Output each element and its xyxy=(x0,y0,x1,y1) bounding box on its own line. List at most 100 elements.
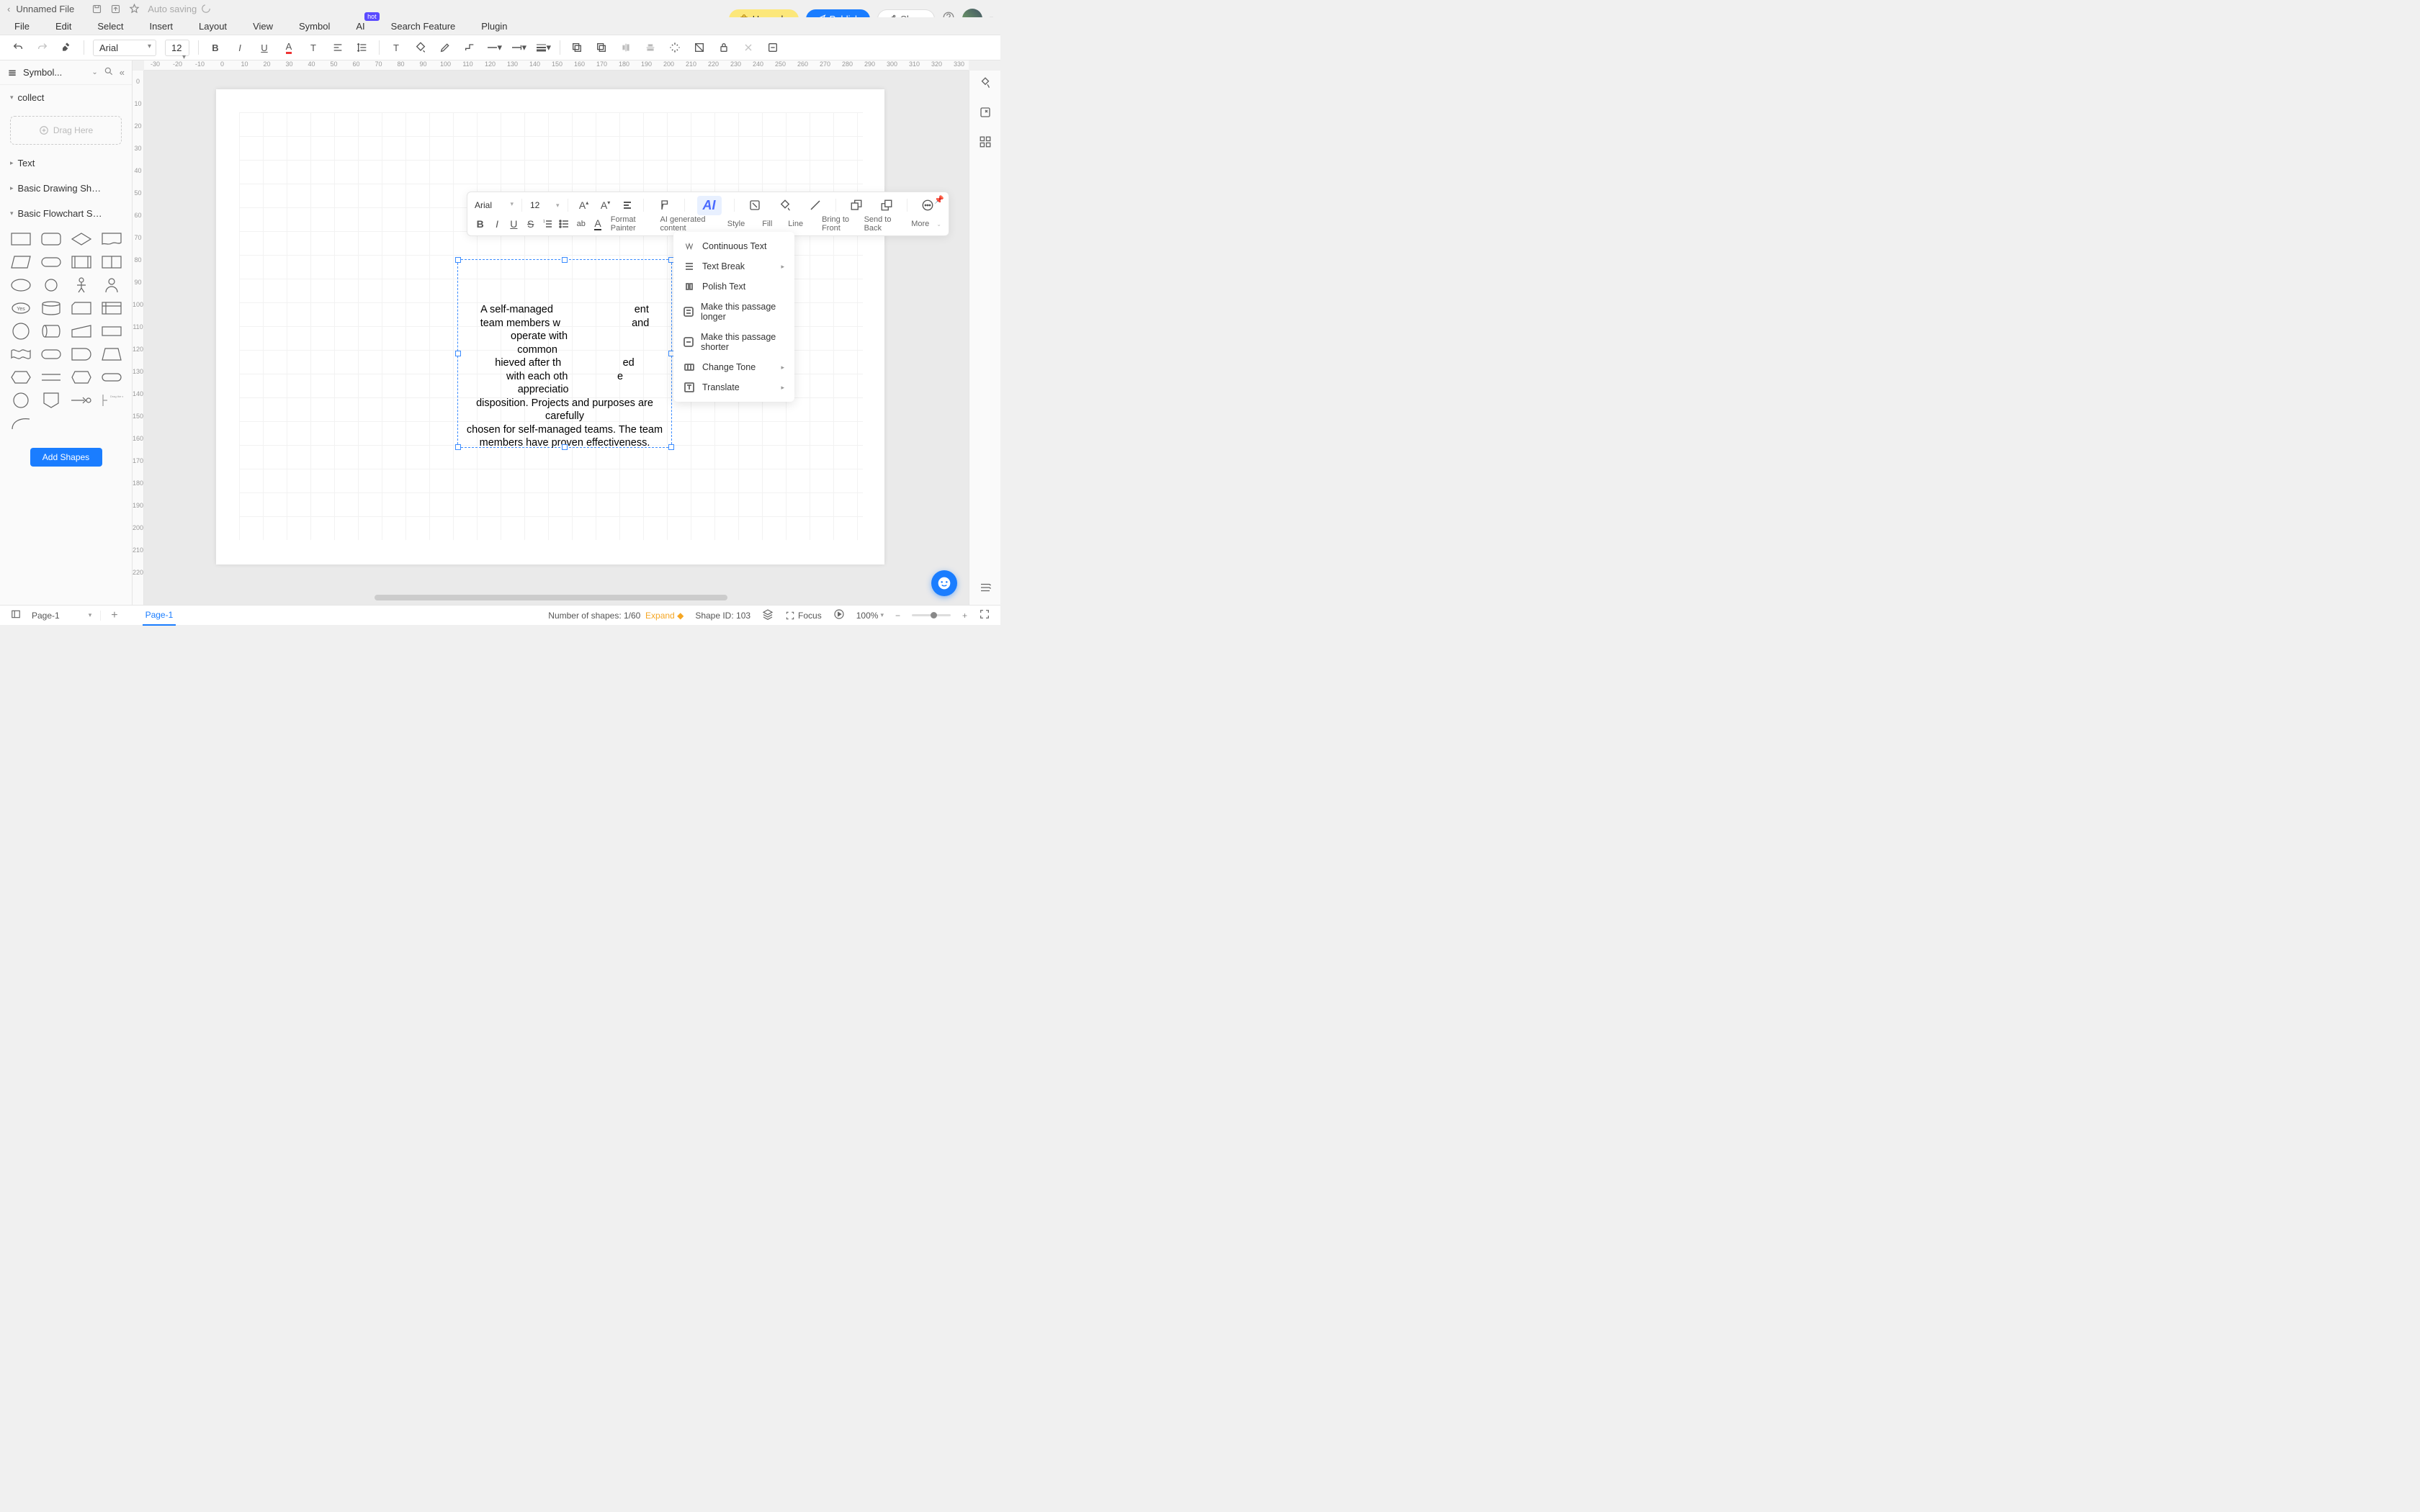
line-icon-ft[interactable] xyxy=(807,199,823,212)
canvas-area[interactable]: A self-managed team consists of ent team… xyxy=(144,71,969,605)
lock-icon[interactable] xyxy=(716,40,732,55)
layer-front-icon[interactable] xyxy=(569,40,585,55)
list-view-icon[interactable] xyxy=(979,581,992,598)
shape-display[interactable] xyxy=(37,344,65,364)
arrow-start-icon[interactable]: ▾ xyxy=(511,40,526,55)
shape-rect[interactable] xyxy=(7,229,35,249)
bold-ft[interactable]: B xyxy=(475,218,485,230)
strike-ft[interactable]: S xyxy=(525,218,536,230)
bold-icon[interactable]: B xyxy=(207,40,223,55)
save-icon[interactable] xyxy=(87,4,106,14)
shape-preparation[interactable] xyxy=(68,367,95,387)
menu-ai[interactable]: AI hot xyxy=(356,21,364,32)
shape-connector[interactable] xyxy=(7,390,35,410)
increase-font-icon[interactable]: A▴ xyxy=(576,199,592,211)
shape-predefined[interactable] xyxy=(68,252,95,272)
scrollbar-horizontal[interactable] xyxy=(375,595,727,600)
ft-size-select[interactable]: 12 xyxy=(530,200,550,210)
align-icon-ft[interactable] xyxy=(619,200,635,210)
crop-icon[interactable] xyxy=(691,40,707,55)
shape-circle2[interactable] xyxy=(7,321,35,341)
shape-parallelogram[interactable] xyxy=(7,252,35,272)
shape-offpage[interactable] xyxy=(37,390,65,410)
shape-arrow-connector[interactable] xyxy=(68,390,95,410)
underline-ft[interactable]: U xyxy=(508,218,519,230)
focus-icon[interactable]: Focus xyxy=(785,611,822,621)
line-style-icon[interactable]: ▾ xyxy=(486,40,502,55)
shape-terminator[interactable] xyxy=(37,252,65,272)
shape-rect2[interactable] xyxy=(98,321,125,341)
pin-icon[interactable]: 📌 xyxy=(934,195,944,204)
shape-ellipse[interactable] xyxy=(7,275,35,295)
export-right-icon[interactable] xyxy=(979,106,992,122)
shape-document[interactable] xyxy=(98,229,125,249)
sidebar-dropdown-icon[interactable]: ⌄ xyxy=(91,68,97,76)
fullscreen-icon[interactable] xyxy=(979,608,990,622)
page-tab[interactable]: Page-1 xyxy=(143,606,176,626)
fill-icon-ft[interactable] xyxy=(777,199,793,212)
zoom-level[interactable]: 100%▾ xyxy=(856,611,884,621)
ai-make-longer[interactable]: Make this passage longer xyxy=(673,297,794,327)
format-painter-icon[interactable] xyxy=(59,40,75,55)
section-text[interactable]: ▸Text xyxy=(0,150,132,176)
selected-textbox[interactable]: A self-managed team consists of ent team… xyxy=(457,259,672,448)
shape-stored-data[interactable] xyxy=(98,252,125,272)
text-tool-icon[interactable]: T xyxy=(388,40,404,55)
drag-here-box[interactable]: Drag Here xyxy=(10,116,122,145)
shape-pill[interactable] xyxy=(98,367,125,387)
layers-icon[interactable] xyxy=(762,608,774,622)
section-basic-flowchart[interactable]: ▾Basic Flowchart S… xyxy=(0,201,132,226)
play-icon[interactable] xyxy=(833,608,845,622)
back-icon[interactable]: ‹ xyxy=(7,4,10,14)
add-shapes-button[interactable]: Add Shapes xyxy=(30,448,102,467)
menu-search[interactable]: Search Feature xyxy=(391,21,456,32)
layer-back-icon[interactable] xyxy=(593,40,609,55)
shape-delay[interactable] xyxy=(68,344,95,364)
ft-font-select[interactable]: Arial xyxy=(475,200,514,210)
italic-ft[interactable]: I xyxy=(491,218,502,230)
resize-handle-tl[interactable] xyxy=(455,257,461,263)
search-icon[interactable] xyxy=(104,66,114,78)
page-dropdown[interactable]: Page-1 ▾ xyxy=(32,611,101,621)
zoom-out-icon[interactable]: − xyxy=(895,611,900,621)
shape-manual-input[interactable] xyxy=(68,321,95,341)
font-select[interactable]: Arial xyxy=(93,40,156,56)
shape-user[interactable] xyxy=(98,275,125,295)
shape-annotation[interactable]: Drag the side xyxy=(98,390,125,410)
menu-plugin[interactable]: Plugin xyxy=(481,21,507,32)
shape-cylinder-h[interactable] xyxy=(37,321,65,341)
text-color-ft[interactable]: A xyxy=(592,217,603,230)
resize-handle-br[interactable] xyxy=(668,444,674,450)
fill-drop-icon[interactable] xyxy=(979,76,992,93)
ai-continuous-text[interactable]: Continuous Text xyxy=(673,236,794,256)
textbox-content[interactable]: A self-managed team consists of ent team… xyxy=(458,260,671,450)
line-spacing-icon[interactable] xyxy=(354,40,370,55)
filename[interactable]: Unnamed File xyxy=(16,4,74,14)
ai-text-break[interactable]: Text Break ▸ xyxy=(673,256,794,276)
shape-card[interactable] xyxy=(68,298,95,318)
menu-insert[interactable]: Insert xyxy=(150,21,174,32)
size-select[interactable]: 12 xyxy=(165,40,189,56)
zoom-slider[interactable] xyxy=(912,614,951,616)
shape-trapezoid[interactable] xyxy=(98,344,125,364)
star-icon[interactable] xyxy=(125,4,143,14)
menu-layout[interactable]: Layout xyxy=(199,21,227,32)
align-v-icon[interactable] xyxy=(642,40,658,55)
connector-icon[interactable] xyxy=(462,40,478,55)
menu-file[interactable]: File xyxy=(14,21,30,32)
bring-front-icon[interactable] xyxy=(848,199,864,212)
ai-button[interactable]: AI xyxy=(697,196,722,215)
chat-fab[interactable] xyxy=(931,570,957,596)
shape-hexagon[interactable] xyxy=(7,367,35,387)
collapse-icon[interactable]: « xyxy=(120,67,125,78)
ai-make-shorter[interactable]: Make this passage shorter xyxy=(673,327,794,357)
shape-arc[interactable] xyxy=(7,413,35,433)
add-page-icon[interactable]: + xyxy=(111,609,117,622)
expand-link[interactable]: Expand xyxy=(645,611,675,621)
text-vertical-ft[interactable]: ab xyxy=(575,220,586,228)
shape-yes[interactable]: Yes xyxy=(7,298,35,318)
ai-translate[interactable]: Translate ▸ xyxy=(673,377,794,397)
underline-icon[interactable]: U xyxy=(256,40,272,55)
italic-icon[interactable]: I xyxy=(232,40,248,55)
undo-icon[interactable] xyxy=(10,40,26,55)
